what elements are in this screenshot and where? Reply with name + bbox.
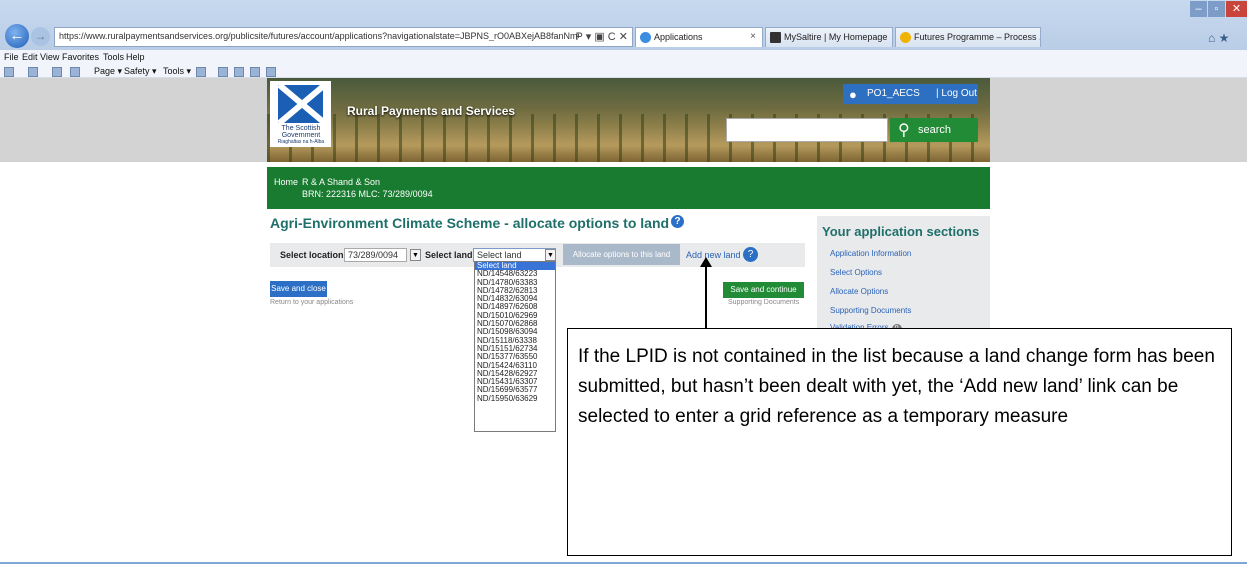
menu-help[interactable]: Help [126, 52, 145, 62]
home-star-icons[interactable]: ⌂ ★ [1208, 31, 1229, 45]
help-toolbar-icon[interactable] [196, 66, 206, 77]
page-menu[interactable]: Page ▾ [94, 66, 122, 77]
sharepoint-icon [900, 32, 911, 43]
minimize-button[interactable]: – [1190, 1, 1207, 17]
search-label: search [918, 124, 952, 136]
save-and-close-button[interactable]: Save and close [270, 281, 327, 297]
print-toolbar-icon[interactable] [70, 66, 80, 77]
browser-titlebar: ← → https://www.ruralpaymentsandservices… [0, 0, 1247, 50]
address-bar-icons[interactable]: Ρ ▾ ▣ C ✕ [576, 30, 628, 43]
mail-toolbar-icon[interactable] [52, 66, 62, 77]
sections-heading: Your application sections [822, 224, 980, 239]
menu-file[interactable]: File [4, 52, 19, 62]
site-search-input[interactable] [726, 118, 888, 142]
land-select[interactable]: Select land [473, 248, 556, 262]
chevron-down-icon[interactable]: ▼ [410, 249, 421, 261]
site-title: Rural Payments and Services [347, 104, 516, 118]
menu-favorites[interactable]: Favorites [62, 52, 99, 62]
user-bar: ● PO1_AECS | Log Out [843, 84, 978, 104]
scottish-government-logo[interactable]: The Scottish Government Riaghaltas na h-… [270, 81, 331, 147]
menu-tools[interactable]: Tools [103, 52, 124, 62]
menu-bar: File Edit View Favorites Tools Help [0, 50, 1247, 65]
maximize-button[interactable]: ▫ [1208, 1, 1225, 17]
tab-label: Applications [654, 32, 703, 42]
business-bar: Home R & A Shand & Son BRN: 222316 MLC: … [267, 167, 990, 209]
addon-toolbar-icon[interactable] [266, 66, 276, 77]
blog-toolbar-icon[interactable] [250, 66, 260, 77]
tab-applications[interactable]: Applications × [635, 27, 763, 47]
business-reference: BRN: 222316 MLC: 73/289/0094 [302, 189, 433, 199]
screenshot-page: ← → https://www.ruralpaymentsandservices… [0, 0, 1247, 567]
close-window-button[interactable]: ✕ [1226, 1, 1247, 17]
footer-divider [0, 562, 1247, 564]
menu-view[interactable]: View [40, 52, 59, 62]
menu-edit[interactable]: Edit [22, 52, 38, 62]
safety-menu[interactable]: Safety ▾ [124, 66, 157, 77]
return-to-applications-link[interactable]: Return to your applications [270, 299, 353, 306]
home-toolbar-icon[interactable] [4, 66, 14, 77]
user-name[interactable]: PO1_AECS [867, 88, 920, 99]
save-and-continue-button[interactable]: Save and continue [723, 282, 804, 298]
forward-button[interactable]: → [31, 27, 50, 46]
select-land-label: Select land [425, 250, 473, 260]
logout-link[interactable]: | Log Out [936, 88, 977, 99]
home-link[interactable]: Home [274, 177, 298, 187]
logo-text: The Scottish Government Riaghaltas na h-… [277, 125, 325, 145]
add-new-land-link[interactable]: Add new land [686, 250, 741, 260]
land-dropdown-list[interactable]: Select land ND/14548/63223 ND/14780/6338… [474, 261, 556, 432]
callout-box: If the LPID is not contained in the list… [567, 328, 1232, 556]
application-sections-panel: Your application sections Application In… [817, 216, 990, 334]
callout-arrow-line [705, 264, 707, 331]
help-icon[interactable]: ? [743, 247, 758, 262]
command-bar: Page ▾ Safety ▾ Tools ▾ [0, 65, 1247, 78]
tab-mysaltire[interactable]: MySaltire | My Homepage [765, 27, 893, 47]
help-icon[interactable]: ? [671, 215, 685, 228]
chevron-down-icon[interactable]: ▼ [545, 249, 556, 261]
supporting-documents-link[interactable]: Supporting Documents [728, 299, 799, 306]
onenote-toolbar-icon[interactable] [234, 66, 244, 77]
research-toolbar-icon[interactable] [218, 66, 228, 77]
page-title: Agri-Environment Climate Scheme - alloca… [270, 215, 685, 231]
saltire-flag-icon [278, 85, 323, 123]
url-text: https://www.ruralpaymentsandservices.org… [59, 31, 579, 41]
back-button[interactable]: ← [5, 24, 29, 48]
section-select-options[interactable]: Select Options [830, 268, 882, 277]
land-option[interactable]: ND/15950/63629 [475, 394, 555, 403]
allocate-options-button[interactable]: Allocate options to this land [563, 244, 680, 265]
user-icon: ● [849, 87, 857, 102]
mysaltire-icon [770, 32, 781, 43]
close-tab-icon[interactable]: × [750, 31, 756, 42]
select-location-label: Select location [280, 250, 344, 260]
location-select[interactable]: 73/289/0094 [344, 248, 407, 262]
callout-text: If the LPID is not contained in the list… [578, 346, 1215, 427]
search-button[interactable]: ⚲ search [890, 118, 978, 142]
section-supporting-documents[interactable]: Supporting Documents [830, 306, 911, 315]
feeds-toolbar-icon[interactable] [28, 66, 38, 77]
business-name: R & A Shand & Son [302, 177, 381, 187]
address-bar[interactable]: https://www.ruralpaymentsandservices.org… [54, 27, 633, 47]
tab-label: MySaltire | My Homepage [784, 32, 888, 42]
section-application-information[interactable]: Application Information [830, 249, 911, 258]
tab-futures[interactable]: Futures Programme – Process ... [895, 27, 1041, 47]
search-icon: ⚲ [898, 122, 910, 139]
ie-page-icon [640, 32, 651, 43]
tools-menu[interactable]: Tools ▾ [163, 66, 191, 77]
tab-label: Futures Programme – Process ... [914, 32, 1041, 42]
section-allocate-options[interactable]: Allocate Options [830, 287, 888, 296]
